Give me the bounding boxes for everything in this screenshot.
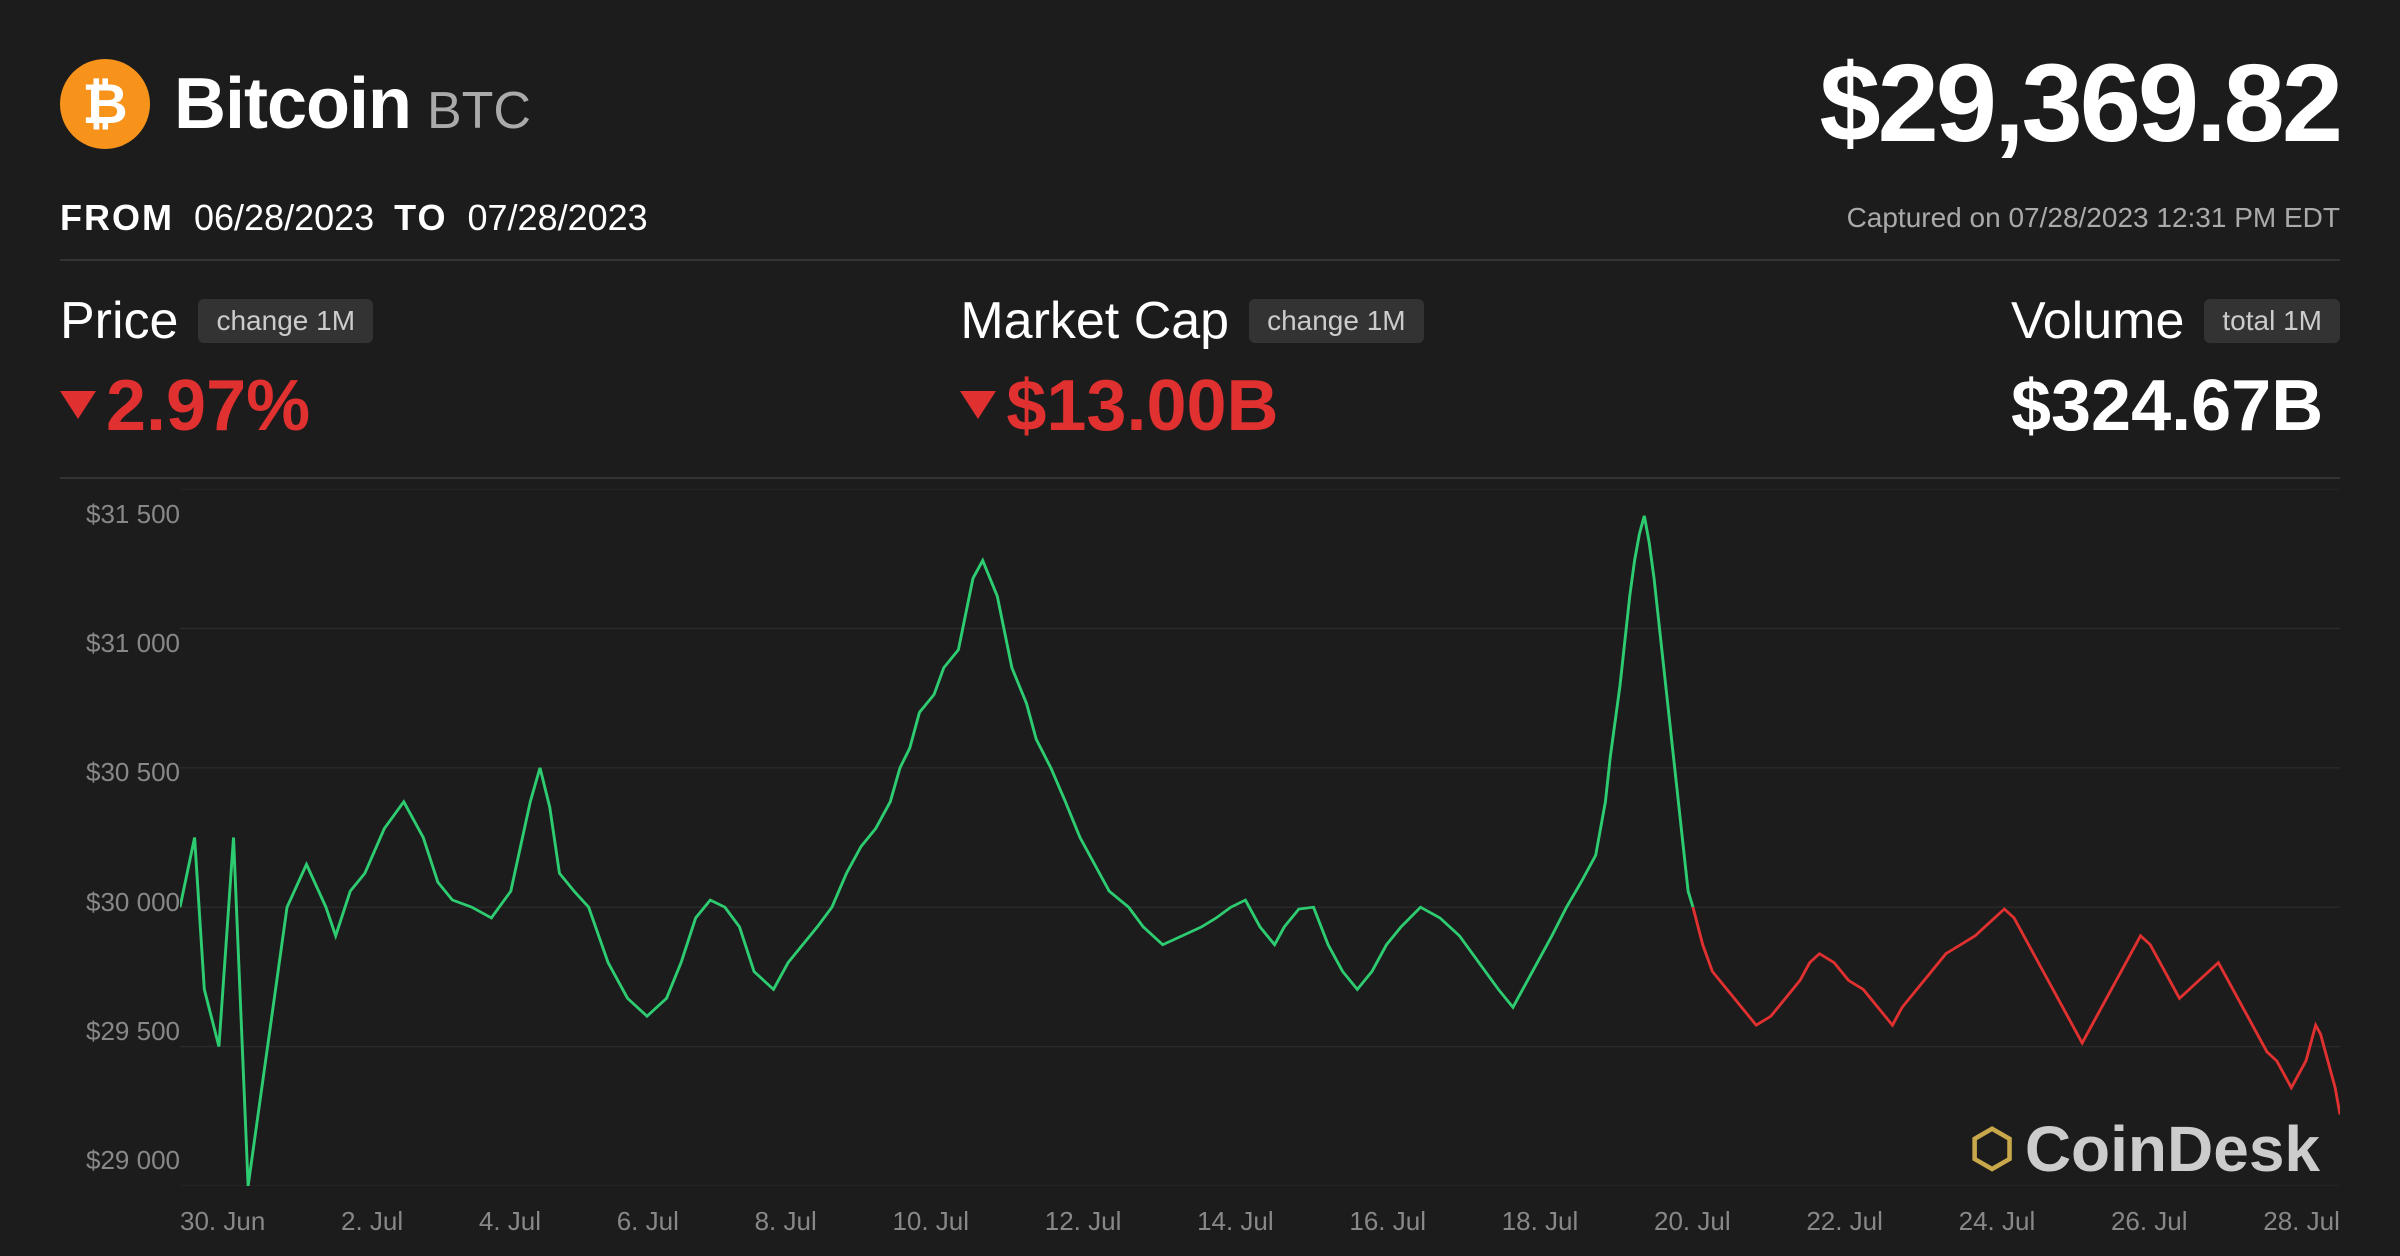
x-label-14: 28. Jul <box>2263 1206 2340 1237</box>
marketcap-arrow-down <box>960 391 996 419</box>
bitcoin-logo: ₿ <box>60 59 150 149</box>
x-label-7: 14. Jul <box>1197 1206 1274 1237</box>
chart-line-red <box>1693 907 2340 1114</box>
x-label-11: 22. Jul <box>1806 1206 1883 1237</box>
coin-name-group: Bitcoin BTC <box>174 63 531 145</box>
price-badge: change 1M <box>198 299 373 343</box>
x-label-13: 26. Jul <box>2111 1206 2188 1237</box>
x-label-5: 10. Jul <box>892 1206 969 1237</box>
y-label-3: $30 000 <box>60 887 180 918</box>
x-label-2: 4. Jul <box>479 1206 541 1237</box>
marketcap-label: Market Cap <box>960 291 1229 351</box>
capture-info: Captured on 07/28/2023 12:31 PM EDT <box>1847 202 2340 234</box>
to-label: TO <box>394 197 447 239</box>
volume-label: Volume <box>2011 291 2184 351</box>
volume-header: Volume total 1M <box>2011 291 2340 351</box>
marketcap-header: Market Cap change 1M <box>960 291 1423 351</box>
coindesk-watermark: ⬡ CoinDesk <box>1969 1112 2320 1186</box>
marketcap-metric: Market Cap change 1M $13.00B <box>960 291 1423 447</box>
price-change: 2.97% <box>106 366 310 446</box>
x-axis: 30. Jun 2. Jul 4. Jul 6. Jul 8. Jul 10. … <box>180 1186 2340 1256</box>
chart-area: $31 500 $31 000 $30 500 $30 000 $29 500 … <box>60 489 2340 1256</box>
x-label-6: 12. Jul <box>1045 1206 1122 1237</box>
header-divider <box>60 259 2340 261</box>
main-container: ₿ Bitcoin BTC $29,369.82 FROM 06/28/2023 … <box>0 0 2400 1256</box>
x-label-1: 2. Jul <box>341 1206 403 1237</box>
coin-ticker: BTC <box>427 82 531 140</box>
marketcap-badge: change 1M <box>1249 299 1424 343</box>
date-range: FROM 06/28/2023 TO 07/28/2023 <box>60 197 648 239</box>
marketcap-value: $13.00B <box>960 365 1423 447</box>
bitcoin-symbol: ₿ <box>82 71 128 136</box>
coin-name: Bitcoin <box>174 64 411 144</box>
x-label-8: 16. Jul <box>1349 1206 1426 1237</box>
y-label-5: $29 000 <box>60 1145 180 1176</box>
price-value: 2.97% <box>60 365 373 447</box>
price-chart <box>180 489 2340 1186</box>
y-label-0: $31 500 <box>60 499 180 530</box>
price-label: Price <box>60 291 178 351</box>
price-arrow-down <box>60 391 96 419</box>
coindesk-brand: CoinDesk <box>2025 1112 2320 1186</box>
from-date: 06/28/2023 <box>194 197 374 239</box>
price-header: Price change 1M <box>60 291 373 351</box>
current-price: $29,369.82 <box>1819 40 2340 167</box>
volume-badge: total 1M <box>2204 299 2340 343</box>
x-label-0: 30. Jun <box>180 1206 265 1237</box>
volume-metric: Volume total 1M $324.67B <box>2011 291 2340 447</box>
y-label-4: $29 500 <box>60 1016 180 1047</box>
coindesk-icon: ⬡ <box>1969 1119 2014 1179</box>
volume-value: $324.67B <box>2011 365 2340 447</box>
header-row: ₿ Bitcoin BTC $29,369.82 <box>60 40 2340 197</box>
price-metric: Price change 1M 2.97% <box>60 291 373 447</box>
y-label-1: $31 000 <box>60 628 180 659</box>
marketcap-change: $13.00B <box>1006 366 1278 446</box>
x-label-3: 6. Jul <box>617 1206 679 1237</box>
coin-identity: ₿ Bitcoin BTC <box>60 59 531 149</box>
chart-line-green <box>180 516 1693 1186</box>
y-axis: $31 500 $31 000 $30 500 $30 000 $29 500 … <box>60 489 180 1186</box>
date-row: FROM 06/28/2023 TO 07/28/2023 Captured o… <box>60 197 2340 259</box>
x-label-12: 24. Jul <box>1959 1206 2036 1237</box>
metrics-row: Price change 1M 2.97% Market Cap change … <box>60 291 2340 479</box>
y-label-2: $30 500 <box>60 757 180 788</box>
x-label-9: 18. Jul <box>1502 1206 1579 1237</box>
x-label-10: 20. Jul <box>1654 1206 1731 1237</box>
from-label: FROM <box>60 197 174 239</box>
to-date: 07/28/2023 <box>468 197 648 239</box>
x-label-4: 8. Jul <box>755 1206 817 1237</box>
